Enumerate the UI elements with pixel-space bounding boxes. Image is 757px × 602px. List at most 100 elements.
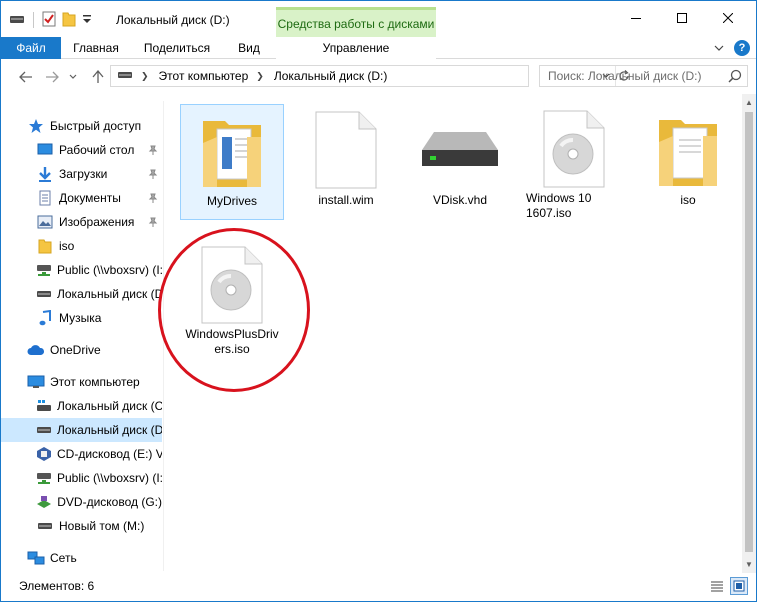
star-icon <box>27 118 45 134</box>
maximize-icon <box>677 12 687 26</box>
nav-label: Изображения <box>59 215 135 229</box>
explorer-window: Локальный диск (D:) Средства работы с ди… <box>0 0 757 602</box>
status-bar: Элементов: 6 <box>1 575 756 601</box>
details-view-button[interactable] <box>708 577 726 595</box>
scroll-up-arrow-icon[interactable]: ▲ <box>742 94 756 110</box>
recent-locations-button[interactable] <box>67 68 79 86</box>
folder-icon <box>36 238 54 254</box>
file-item[interactable]: VDisk.vhd <box>408 104 512 220</box>
virtualbox-cd-icon <box>36 446 52 462</box>
navigation-pane: Быстрый доступ Рабочий стол Загрузки Док… <box>1 106 162 571</box>
nav-label: Рабочий стол <box>59 143 135 157</box>
address-bar[interactable]: ❯ Этот компьютер ❯ Локальный диск (D:) <box>110 65 629 87</box>
breadcrumb-arrow-icon[interactable]: ❯ <box>256 71 264 82</box>
folder-with-documents-icon <box>648 110 728 190</box>
nav-drive-d[interactable]: Локальный диск (D:) <box>1 418 162 442</box>
nav-label: Этот компьютер <box>50 375 140 389</box>
nav-documents[interactable]: Документы <box>1 186 162 210</box>
nav-label: Музыка <box>59 311 102 325</box>
nav-network[interactable]: Сеть <box>1 546 162 570</box>
tab-file[interactable]: Файл <box>1 37 61 59</box>
back-button[interactable] <box>17 68 35 86</box>
navigation-bar: ❯ Этот компьютер ❯ Локальный диск (D:) <box>1 60 756 94</box>
search-icon[interactable] <box>728 69 742 86</box>
large-icons-view-button[interactable] <box>730 577 748 595</box>
nav-iso-folder[interactable]: iso <box>1 234 162 258</box>
tab-share[interactable]: Поделиться <box>131 37 223 59</box>
disc-image-icon <box>534 110 614 188</box>
breadcrumb-drive-d[interactable]: Локальный диск (D:) <box>274 69 388 83</box>
nav-downloads[interactable]: Загрузки <box>1 162 162 186</box>
nav-label: CD-дисковод (E:) VirtualBox <box>57 447 162 461</box>
file-name: install.wim <box>318 193 374 207</box>
nav-onedrive[interactable]: OneDrive <box>1 338 162 362</box>
drive-icon <box>36 518 54 534</box>
nav-label: Новый том (M:) <box>59 519 145 533</box>
nav-quick-access[interactable]: Быстрый доступ <box>1 114 162 138</box>
dvd-drive-icon <box>36 494 52 510</box>
tab-manage[interactable]: Управление <box>276 37 436 59</box>
qat-dropdown-icon[interactable] <box>82 13 92 28</box>
vertical-scrollbar[interactable]: ▲ ▼ <box>742 94 756 573</box>
nav-label: Локальный диск (D:) <box>57 287 162 301</box>
new-folder-icon[interactable] <box>62 11 76 30</box>
breadcrumb-arrow-icon[interactable]: ❯ <box>141 71 149 82</box>
nav-network-share[interactable]: Public (\\vboxsrv) (I:) <box>1 258 162 282</box>
tab-view[interactable]: Вид <box>223 37 275 59</box>
nav-dvd-drive-g[interactable]: DVD-дисковод (G:) <box>1 490 162 514</box>
network-drive-icon <box>36 470 52 486</box>
nav-this-pc[interactable]: Этот компьютер <box>1 370 162 394</box>
close-button[interactable] <box>705 1 751 37</box>
nav-drive-d-quick[interactable]: Локальный диск (D:) <box>1 282 162 306</box>
help-button[interactable]: ? <box>734 40 750 56</box>
nav-label: Public (\\vboxsrv) (I:) <box>57 263 162 277</box>
file-item[interactable]: MyDrives <box>180 104 284 220</box>
file-name: VDisk.vhd <box>432 193 488 207</box>
tab-home[interactable]: Главная <box>61 37 131 59</box>
nav-network-share-2[interactable]: Public (\\vboxsrv) (I:) <box>1 466 162 490</box>
download-arrow-icon <box>36 166 54 182</box>
nav-desktop[interactable]: Рабочий стол <box>1 138 162 162</box>
network-drive-icon <box>36 262 52 278</box>
pin-icon[interactable] <box>148 168 158 182</box>
drive-icon <box>9 13 25 28</box>
minimize-button[interactable] <box>613 1 659 37</box>
music-note-icon <box>36 310 54 326</box>
drive-icon <box>117 69 133 83</box>
scroll-down-arrow-icon[interactable]: ▼ <box>742 556 756 572</box>
title-bar: Локальный диск (D:) Средства работы с ди… <box>1 1 756 37</box>
nav-label: Public (\\vboxsrv) (I:) <box>57 471 162 485</box>
file-item[interactable]: iso <box>636 104 740 220</box>
nav-pictures[interactable]: Изображения <box>1 210 162 234</box>
up-button[interactable] <box>89 68 107 86</box>
pin-icon[interactable] <box>148 192 158 206</box>
folder-with-documents-icon <box>192 111 272 191</box>
breadcrumb-this-pc[interactable]: Этот компьютер <box>159 69 249 83</box>
file-item[interactable]: WindowsPlusDrivers.iso <box>180 240 284 356</box>
chevron-down-icon <box>69 74 77 79</box>
file-item[interactable]: install.wim <box>294 104 398 220</box>
nav-cd-drive-e[interactable]: CD-дисковод (E:) VirtualBox <box>1 442 162 466</box>
search-input[interactable] <box>548 69 728 83</box>
properties-icon[interactable] <box>42 11 56 30</box>
nav-label: OneDrive <box>50 343 101 357</box>
file-item[interactable]: Windows 10 1607.iso <box>522 104 626 220</box>
document-icon <box>36 190 54 206</box>
search-box[interactable] <box>539 65 748 87</box>
close-icon <box>722 12 734 26</box>
pin-icon[interactable] <box>148 144 158 158</box>
nav-label: Быстрый доступ <box>50 119 142 133</box>
item-count: Элементов: 6 <box>19 579 95 593</box>
nav-drive-c[interactable]: Локальный диск (C:) <box>1 394 162 418</box>
expand-ribbon-icon[interactable] <box>713 42 725 54</box>
nav-music[interactable]: Музыка <box>1 306 162 330</box>
scroll-thumb[interactable] <box>745 112 753 552</box>
details-view-icon <box>711 581 723 592</box>
pin-icon[interactable] <box>148 216 158 230</box>
disc-image-icon <box>192 246 272 324</box>
maximize-button[interactable] <box>659 1 705 37</box>
large-icons-view-icon <box>733 580 745 592</box>
up-arrow-icon <box>92 70 104 83</box>
forward-button[interactable] <box>43 68 61 86</box>
nav-volume-m[interactable]: Новый том (M:) <box>1 514 162 538</box>
